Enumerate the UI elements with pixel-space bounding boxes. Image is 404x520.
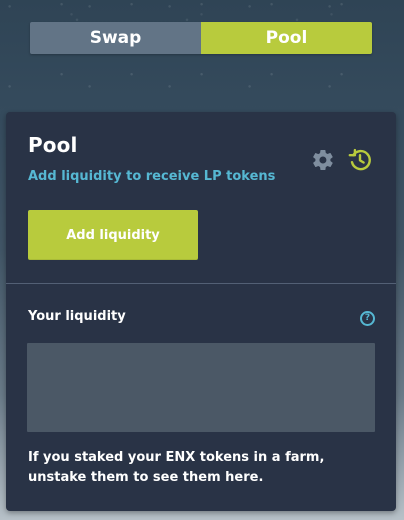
tab-pool[interactable]: Pool: [201, 22, 372, 54]
swap-pool-tabs: Swap Pool: [30, 22, 372, 54]
settings-button[interactable]: [310, 147, 336, 173]
pool-subtitle: Add liquidity to receive LP tokens: [28, 169, 276, 184]
pool-panel: Pool Add liquidity to receive LP tokens …: [6, 112, 396, 511]
gear-icon: [313, 149, 333, 171]
history-button[interactable]: [347, 147, 373, 173]
staked-tokens-notice: If you staked your ENX tokens in a farm,…: [28, 450, 325, 485]
tab-swap[interactable]: Swap: [30, 22, 201, 54]
liquidity-list-empty: [27, 343, 375, 432]
help-icon[interactable]: ?: [360, 311, 375, 326]
pool-title: Pool: [28, 133, 78, 157]
your-liquidity-label: Your liquidity: [28, 309, 126, 324]
section-divider: [6, 283, 396, 284]
add-liquidity-button[interactable]: Add liquidity: [28, 210, 198, 260]
history-icon: [348, 148, 371, 171]
